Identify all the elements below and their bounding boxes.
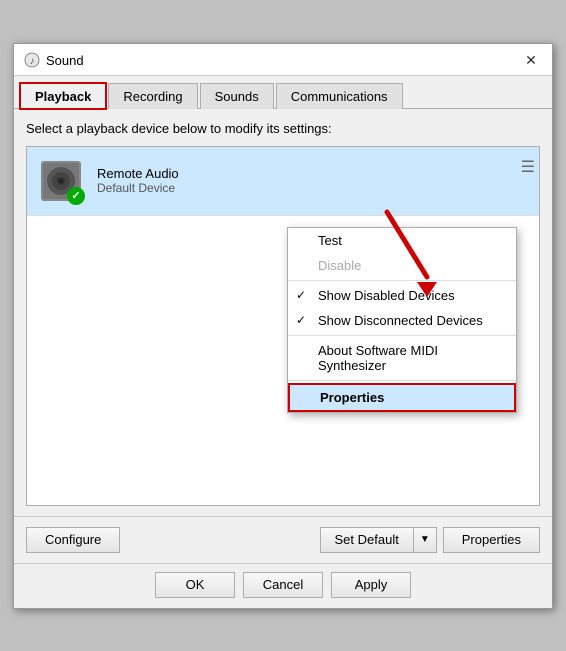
default-check-icon: ✓ <box>67 187 85 205</box>
title-bar: ♪ Sound ✕ <box>14 44 552 76</box>
set-default-dropdown[interactable]: ▼ <box>413 527 437 553</box>
check-mark-disabled: ✓ <box>296 288 306 302</box>
tab-recording[interactable]: Recording <box>108 83 197 109</box>
configure-button[interactable]: Configure <box>26 527 120 553</box>
context-menu: Test Disable ✓ Show Disabled Devices ✓ S… <box>287 227 517 413</box>
ok-button[interactable]: OK <box>155 572 235 598</box>
device-status: Default Device <box>97 181 529 195</box>
svg-text:♪: ♪ <box>30 56 35 67</box>
ctx-properties[interactable]: Properties <box>288 383 516 412</box>
footer-left: Configure <box>26 527 120 553</box>
ctx-disable: Disable <box>288 253 516 278</box>
apply-button[interactable]: Apply <box>331 572 411 598</box>
close-button[interactable]: ✕ <box>520 49 542 71</box>
set-default-button[interactable]: Set Default <box>320 527 413 553</box>
ctx-test[interactable]: Test <box>288 228 516 253</box>
tab-playback[interactable]: Playback <box>20 83 106 109</box>
set-default-split: Set Default ▼ <box>320 527 437 553</box>
device-icon-wrap: ✓ <box>37 157 85 205</box>
ctx-show-disconnected[interactable]: ✓ Show Disconnected Devices <box>288 308 516 333</box>
dialog-body: Select a playback device below to modify… <box>14 109 552 516</box>
ctx-divider-2 <box>288 335 516 336</box>
check-mark-disconnected: ✓ <box>296 313 306 327</box>
device-item-remote-audio[interactable]: ✓ Remote Audio Default Device ☰ <box>27 147 539 216</box>
title-bar-left: ♪ Sound <box>24 52 84 68</box>
footer-right: Set Default ▼ Properties <box>320 527 540 553</box>
instruction-text: Select a playback device below to modify… <box>26 121 540 136</box>
properties-button[interactable]: Properties <box>443 527 540 553</box>
scrollbar-icon: ☰ <box>521 157 535 177</box>
ctx-show-disabled[interactable]: ✓ Show Disabled Devices <box>288 283 516 308</box>
tab-sounds[interactable]: Sounds <box>200 83 274 109</box>
ctx-about-midi[interactable]: About Software MIDI Synthesizer <box>288 338 516 378</box>
cancel-button[interactable]: Cancel <box>243 572 323 598</box>
ctx-divider-1 <box>288 280 516 281</box>
device-list[interactable]: ✓ Remote Audio Default Device ☰ Test Dis… <box>26 146 540 506</box>
device-name: Remote Audio <box>97 166 529 181</box>
sound-icon: ♪ <box>24 52 40 68</box>
dialog-title: Sound <box>46 53 84 68</box>
bottom-buttons: OK Cancel Apply <box>14 563 552 608</box>
dialog-footer: Configure Set Default ▼ Properties <box>14 516 552 563</box>
ctx-divider-3 <box>288 380 516 381</box>
tab-communications[interactable]: Communications <box>276 83 403 109</box>
device-info: Remote Audio Default Device <box>97 166 529 195</box>
sound-dialog: ♪ Sound ✕ Playback Recording Sounds Comm… <box>13 43 553 609</box>
tabs-bar: Playback Recording Sounds Communications <box>14 76 552 109</box>
